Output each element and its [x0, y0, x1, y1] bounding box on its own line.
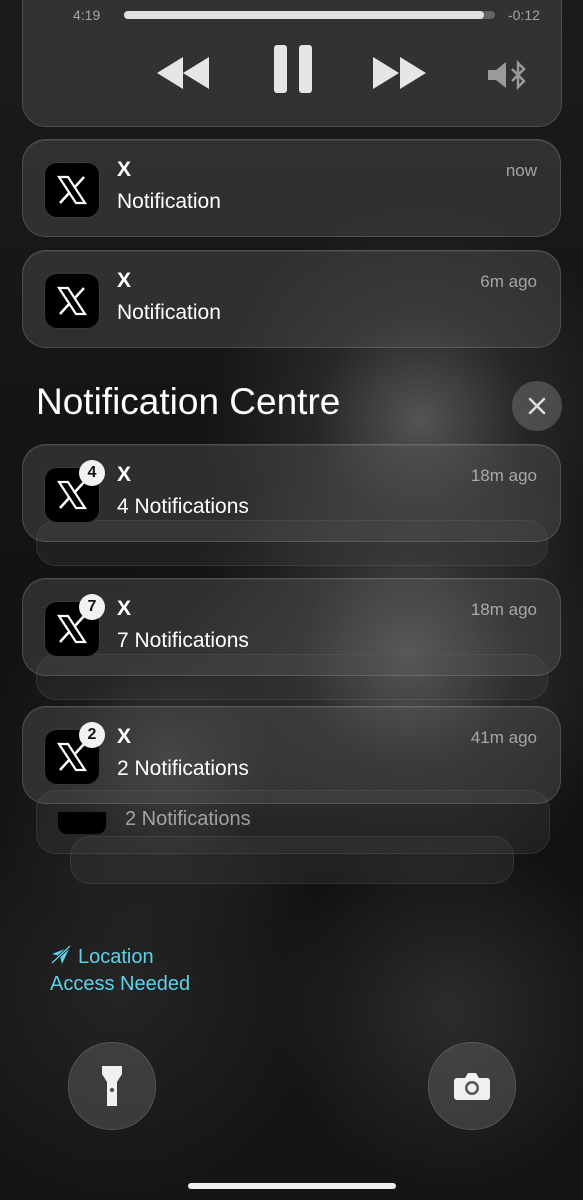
home-indicator[interactable]	[188, 1183, 396, 1189]
notification-centre-title: Notification Centre	[36, 381, 341, 422]
flashlight-icon	[102, 1066, 122, 1106]
x-app-icon: 2	[44, 722, 105, 785]
notification-stack[interactable]: 7 X 7 Notifications 18m ago	[22, 578, 561, 676]
stack-item-body: 2 Notifications	[125, 808, 251, 830]
notification-stack[interactable]: 2 X 2 Notifications 41m ago	[22, 706, 561, 804]
fast-forward-icon	[373, 57, 426, 89]
notification-body: Notification	[117, 190, 221, 213]
notification-time: 18m ago	[470, 600, 537, 619]
notification-count-badge: 4	[79, 460, 105, 486]
notification-stack[interactable]: 4 X 4 Notifications 18m ago	[22, 444, 561, 542]
notification-body: 4 Notifications	[117, 495, 249, 518]
notification-app-name: X	[117, 269, 132, 292]
audio-output-button[interactable]	[483, 49, 533, 101]
pause-button[interactable]	[263, 43, 323, 95]
progress-fill	[124, 11, 484, 19]
location-access-notice[interactable]: Location Access Needed	[50, 944, 190, 998]
clear-notifications-button[interactable]	[512, 381, 562, 431]
x-app-icon	[44, 273, 100, 329]
close-icon	[528, 397, 546, 415]
x-app-icon: 7	[44, 594, 105, 657]
notification-app-name: X	[117, 597, 132, 620]
notification-time: now	[505, 161, 537, 180]
notification-body: 2 Notifications	[117, 757, 249, 780]
location-line1: Location	[78, 946, 154, 968]
location-line2: Access Needed	[50, 973, 191, 995]
x-app-icon	[44, 162, 100, 218]
rewind-icon	[157, 57, 209, 89]
notification-app-name: X	[117, 463, 132, 486]
notification-count-badge: 7	[79, 594, 105, 620]
location-slash-icon	[50, 944, 72, 965]
flashlight-button[interactable]	[68, 1042, 156, 1130]
x-app-icon	[57, 812, 107, 835]
notification-time: 18m ago	[470, 466, 537, 485]
notification-time: 41m ago	[470, 728, 537, 747]
notification-body: 7 Notifications	[117, 629, 249, 652]
x-app-icon: 4	[44, 460, 105, 523]
camera-button[interactable]	[428, 1042, 516, 1130]
remaining-time: -0:12	[508, 7, 540, 23]
notification-body: Notification	[117, 301, 221, 324]
notification-card[interactable]: X Notification now	[22, 139, 561, 237]
camera-icon	[454, 1073, 490, 1100]
media-player: 4:19 -0:12	[22, 0, 562, 127]
bluetooth-speaker-icon	[488, 60, 526, 90]
notification-app-name: X	[117, 158, 132, 181]
notification-app-name: X	[117, 725, 132, 748]
pause-icon	[274, 45, 312, 93]
notification-time: 6m ago	[480, 272, 537, 291]
notification-count-badge: 2	[79, 722, 105, 748]
rewind-button[interactable]	[153, 47, 213, 99]
forward-button[interactable]	[371, 47, 431, 99]
progress-bar[interactable]	[124, 11, 495, 19]
elapsed-time: 4:19	[73, 7, 101, 23]
notification-card[interactable]: X Notification 6m ago	[22, 250, 561, 348]
